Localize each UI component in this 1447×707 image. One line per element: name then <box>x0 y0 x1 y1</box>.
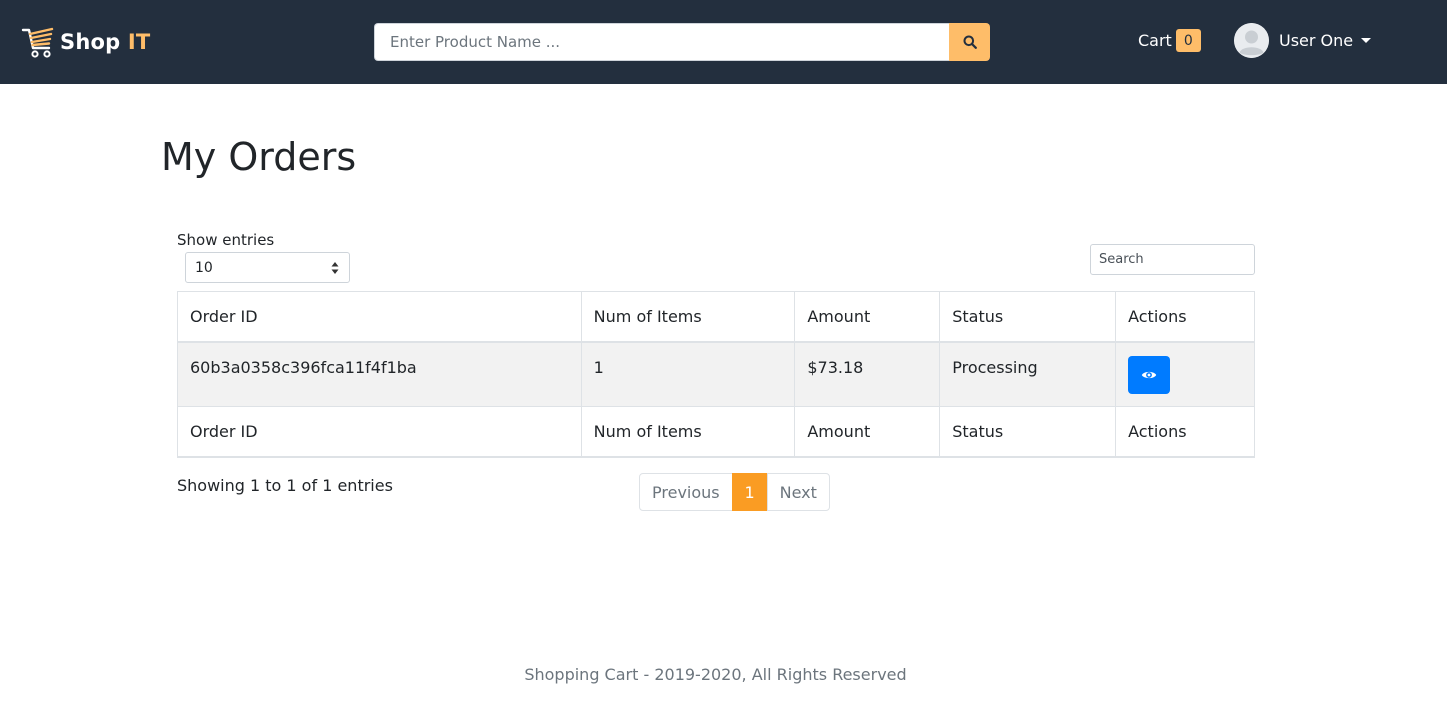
entries-per-page-select[interactable]: 10 <box>185 252 350 283</box>
page-title: My Orders <box>161 135 357 179</box>
column-header-actions[interactable]: Actions <box>1115 291 1255 343</box>
search-icon <box>963 35 977 49</box>
actions-cell <box>1115 341 1255 407</box>
footer-text: Shopping Cart - 2019-2020, All Rights Re… <box>524 665 907 684</box>
next-page-button[interactable]: Next <box>766 473 830 511</box>
footer-header-status: Status <box>939 406 1117 458</box>
eye-icon <box>1141 371 1157 378</box>
column-header-amount[interactable]: Amount <box>794 291 941 343</box>
entries-per-page-value: 10 <box>195 259 213 276</box>
avatar <box>1234 23 1269 58</box>
amount-cell: $73.18 <box>794 341 941 407</box>
footer-header-num-items: Num of Items <box>580 406 796 458</box>
brand-name: Shop IT <box>60 30 150 54</box>
product-search <box>374 23 990 61</box>
cart-label: Cart <box>1138 31 1172 50</box>
footer-header-actions: Actions <box>1115 406 1255 458</box>
select-arrows-icon <box>331 262 339 274</box>
user-dropdown[interactable]: User One <box>1234 23 1372 58</box>
chevron-down-icon <box>1361 38 1372 43</box>
product-search-input[interactable] <box>374 23 949 61</box>
cart-link[interactable]: Cart 0 <box>1138 29 1201 52</box>
table-header-row: Order ID Num of Items Amount Status Acti… <box>177 291 1255 343</box>
user-name: User One <box>1279 31 1354 50</box>
shopping-cart-logo-icon <box>21 27 54 58</box>
column-header-order-id[interactable]: Order ID <box>177 291 582 343</box>
orders-table: Order ID Num of Items Amount Status Acti… <box>177 291 1255 458</box>
show-entries-label: Show entries <box>177 231 275 249</box>
pagination: Previous 1 Next <box>639 473 830 511</box>
cart-count-badge: 0 <box>1175 29 1201 52</box>
view-order-button[interactable] <box>1128 355 1171 394</box>
table-row: 60b3a0358c396fca11f4f1ba 1 $73.18 Proces… <box>177 341 1255 407</box>
order-id-cell: 60b3a0358c396fca11f4f1ba <box>177 341 582 407</box>
product-search-button[interactable] <box>949 23 990 61</box>
previous-page-button[interactable]: Previous <box>639 473 733 511</box>
status-cell: Processing <box>939 341 1117 407</box>
user-avatar-icon <box>1234 23 1269 58</box>
column-header-status[interactable]: Status <box>939 291 1117 343</box>
page-1-button[interactable]: 1 <box>731 473 768 511</box>
table-info-text: Showing 1 to 1 of 1 entries <box>177 476 393 495</box>
brand-logo[interactable]: Shop IT <box>20 24 150 60</box>
brand-it-text: IT <box>127 30 151 54</box>
footer-header-order-id: Order ID <box>177 406 582 458</box>
num-items-cell: 1 <box>580 341 796 407</box>
brand-shop-text: Shop <box>60 30 121 54</box>
column-header-num-items[interactable]: Num of Items <box>580 291 796 343</box>
table-search-input[interactable] <box>1090 244 1255 275</box>
footer-header-amount: Amount <box>794 406 941 458</box>
navbar: Shop IT Cart 0 User One <box>0 0 1447 84</box>
table-footer-row: Order ID Num of Items Amount Status Acti… <box>177 406 1255 458</box>
